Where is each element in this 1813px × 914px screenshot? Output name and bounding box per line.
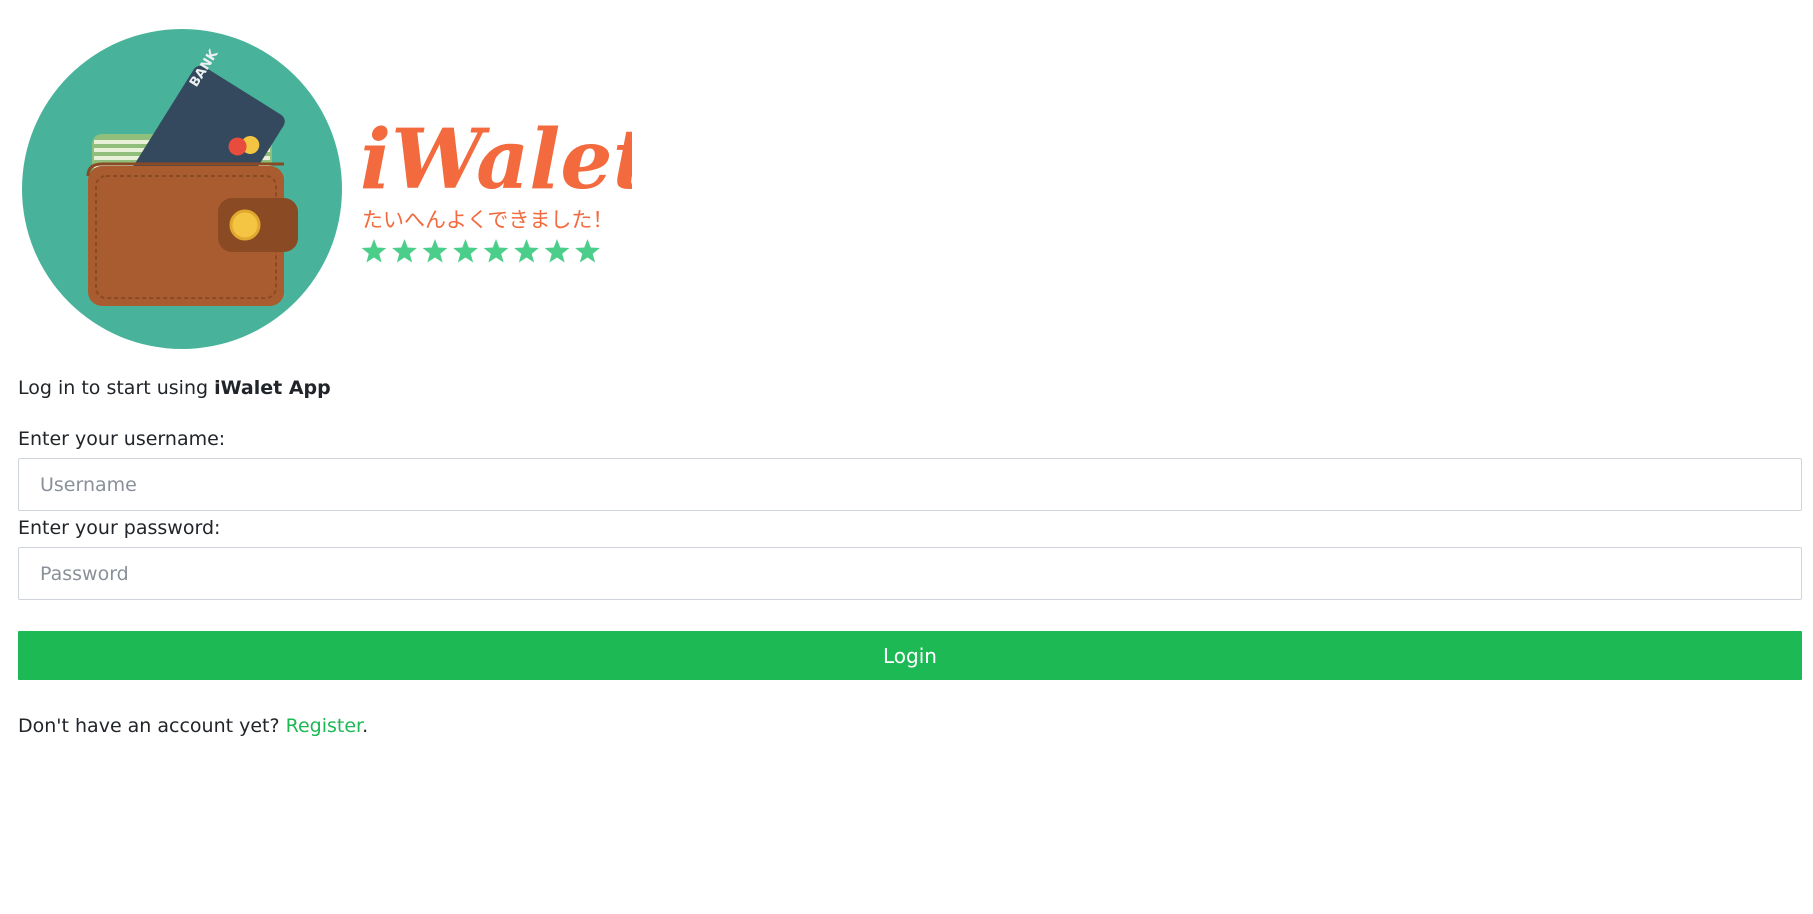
intro-text: Log in to start using iWalet App: [18, 374, 331, 402]
star-icon: [544, 239, 570, 263]
login-button[interactable]: Login: [18, 631, 1802, 680]
register-suffix: .: [362, 715, 369, 737]
brand-text: iWalet: [360, 112, 632, 208]
star-icon: [514, 239, 539, 263]
wallet-icon: [86, 162, 298, 306]
username-label: Enter your username:: [18, 428, 226, 450]
password-input[interactable]: [18, 547, 1802, 600]
star-icon: [575, 239, 600, 263]
star-icon: [392, 239, 417, 263]
rating-stars: [361, 239, 600, 263]
register-prompt: Don't have an account yet? Register.: [18, 712, 368, 740]
login-page: BANK iWalet たいへんよくできました！ Log in to start…: [0, 0, 1813, 914]
password-label: Enter your password:: [18, 517, 221, 539]
register-link[interactable]: Register: [286, 715, 362, 737]
register-prefix: Don't have an account yet?: [18, 715, 286, 737]
tagline-text: たいへんよくできました！: [362, 208, 613, 232]
star-icon: [422, 239, 448, 263]
star-icon: [453, 239, 478, 263]
intro-prefix: Log in to start using: [18, 377, 215, 399]
intro-app-name: iWalet App: [214, 377, 331, 399]
username-input[interactable]: [18, 458, 1802, 511]
star-icon: [361, 239, 387, 263]
iwalet-logo: BANK iWalet たいへんよくできました！: [22, 26, 632, 352]
star-icon: [483, 239, 509, 263]
